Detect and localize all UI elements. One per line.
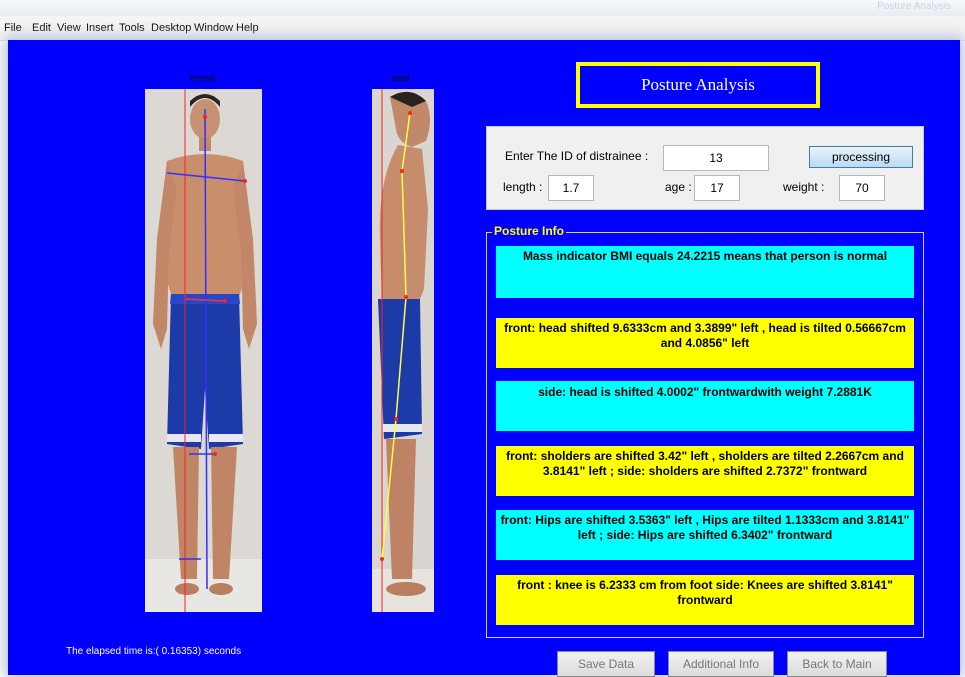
age-input[interactable]: [694, 175, 740, 201]
processing-button[interactable]: processing: [809, 146, 913, 168]
info-shoulders: front: sholders are shifted 3.42" left ,…: [496, 446, 914, 496]
menu-insert[interactable]: Insert: [86, 22, 114, 34]
title-bar: Posture Analysis: [0, 0, 965, 16]
frontal-label: frontal: [190, 73, 216, 83]
id-label: Enter The ID of distrainee :: [505, 149, 649, 163]
info-knees: front : knee is 6.2333 cm from foot side…: [496, 575, 914, 625]
menu-tools[interactable]: Tools: [119, 22, 145, 34]
length-input[interactable]: [548, 175, 594, 201]
weight-input[interactable]: [839, 175, 885, 201]
app-window: Posture Analysis File Edit View Insert T…: [0, 0, 965, 677]
back-to-main-button[interactable]: Back to Main: [787, 651, 887, 677]
menu-bar: File Edit View Insert Tools Desktop Wind…: [0, 16, 965, 41]
menu-desktop[interactable]: Desktop: [151, 22, 191, 34]
menu-edit[interactable]: Edit: [32, 22, 51, 34]
info-front-head: front: head shifted 9.6333cm and 3.3899"…: [496, 318, 914, 368]
sidal-label: sidal: [391, 73, 410, 83]
frontal-photo-drawing: [145, 89, 262, 612]
save-data-button[interactable]: Save Data: [557, 651, 655, 677]
menu-file[interactable]: File: [4, 22, 22, 34]
length-label: length :: [503, 180, 543, 194]
posture-info-title: Posture Info: [492, 224, 567, 238]
info-bmi: Mass indicator BMI equals 24.2215 means …: [496, 246, 914, 298]
frontal-image: [145, 89, 262, 612]
info-side-head: side: head is shifted 4.0002" frontwardw…: [496, 381, 914, 431]
sidal-photo-drawing: [372, 89, 434, 612]
window-title: Posture Analysis: [877, 1, 951, 12]
sidal-image: [372, 89, 434, 612]
id-input[interactable]: [663, 145, 769, 171]
elapsed-time-text: The elapsed time is:( 0.16353) seconds: [66, 646, 242, 657]
menu-window[interactable]: Window: [194, 22, 233, 34]
app-title: Posture Analysis: [576, 62, 820, 108]
menu-view[interactable]: View: [57, 22, 81, 34]
additional-info-button[interactable]: Additional Info: [668, 651, 774, 677]
menu-help[interactable]: Help: [236, 22, 259, 34]
weight-label: weight :: [783, 180, 825, 194]
age-label: age :: [665, 180, 692, 194]
info-hips: front: Hips are shifted 3.5363" left , H…: [496, 510, 914, 560]
